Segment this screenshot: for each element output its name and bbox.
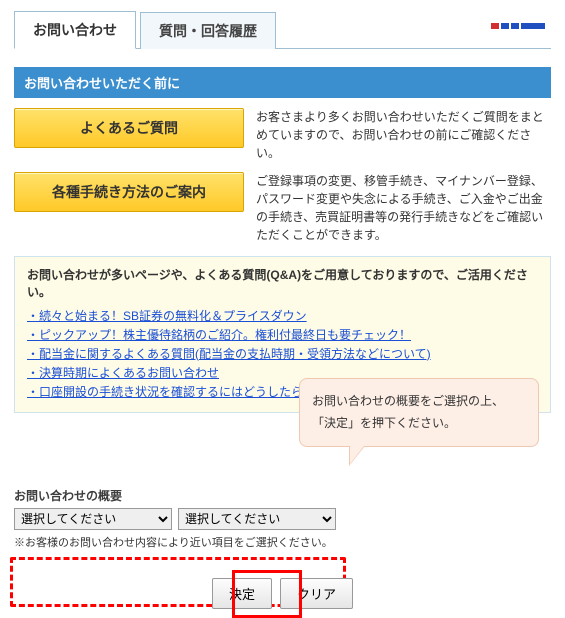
link-item[interactable]: ・続々と始まる！SB証券の無料化＆プライスダウン [27,309,307,323]
button-row: 決定 クリア [14,578,551,609]
category-select-1[interactable]: 選択してください [14,508,172,530]
select-row: 選択してください 選択してください [14,508,336,530]
section-header: お問い合わせいただく前に [14,67,551,98]
category-select-2[interactable]: 選択してください [178,508,336,530]
tab-bar: お問い合わせ 質問・回答履歴 [14,10,551,49]
submit-button[interactable]: 決定 [212,578,272,609]
link-item[interactable]: ・決算時期によくあるお問い合わせ [27,366,219,380]
link-item[interactable]: ・配当金に関するよくある質問(配当金の支払時期・受領方法などについて) [27,347,431,361]
instruction-callout: お問い合わせの概要をご選択の上、 「決定」を押下ください。 [299,378,539,447]
clear-button[interactable]: クリア [280,578,353,609]
procedures-description: ご登録事項の変更、移管手続き、マイナンバー登録、パスワード変更や失念による手続き… [256,172,551,244]
summary-label: お問い合わせの概要 [14,487,551,504]
callout-line2: 「決定」を押下ください。 [312,413,526,435]
tab-history[interactable]: 質問・回答履歴 [140,12,276,49]
link-item[interactable]: ・ピックアップ！株主優待銘柄のご紹介。権利付最終日も要チェック！ [27,328,411,342]
procedures-button[interactable]: 各種手続き方法のご案内 [14,172,244,212]
brand-logo [491,19,551,40]
faq-description: お客さまより多くお問い合わせいただくご質問をまとめていますので、お問い合わせの前… [256,108,551,162]
summary-note: ※お客様のお問い合わせ内容により近い項目をご選択ください。 [14,534,551,550]
note-title: お問い合わせが多いページや、よくある質問(Q&A)をご用意しておりますので、ご活… [27,267,538,301]
callout-line1: お問い合わせの概要をご選択の上、 [312,391,526,413]
faq-button[interactable]: よくあるご質問 [14,108,244,148]
tab-inquiry[interactable]: お問い合わせ [14,11,136,49]
